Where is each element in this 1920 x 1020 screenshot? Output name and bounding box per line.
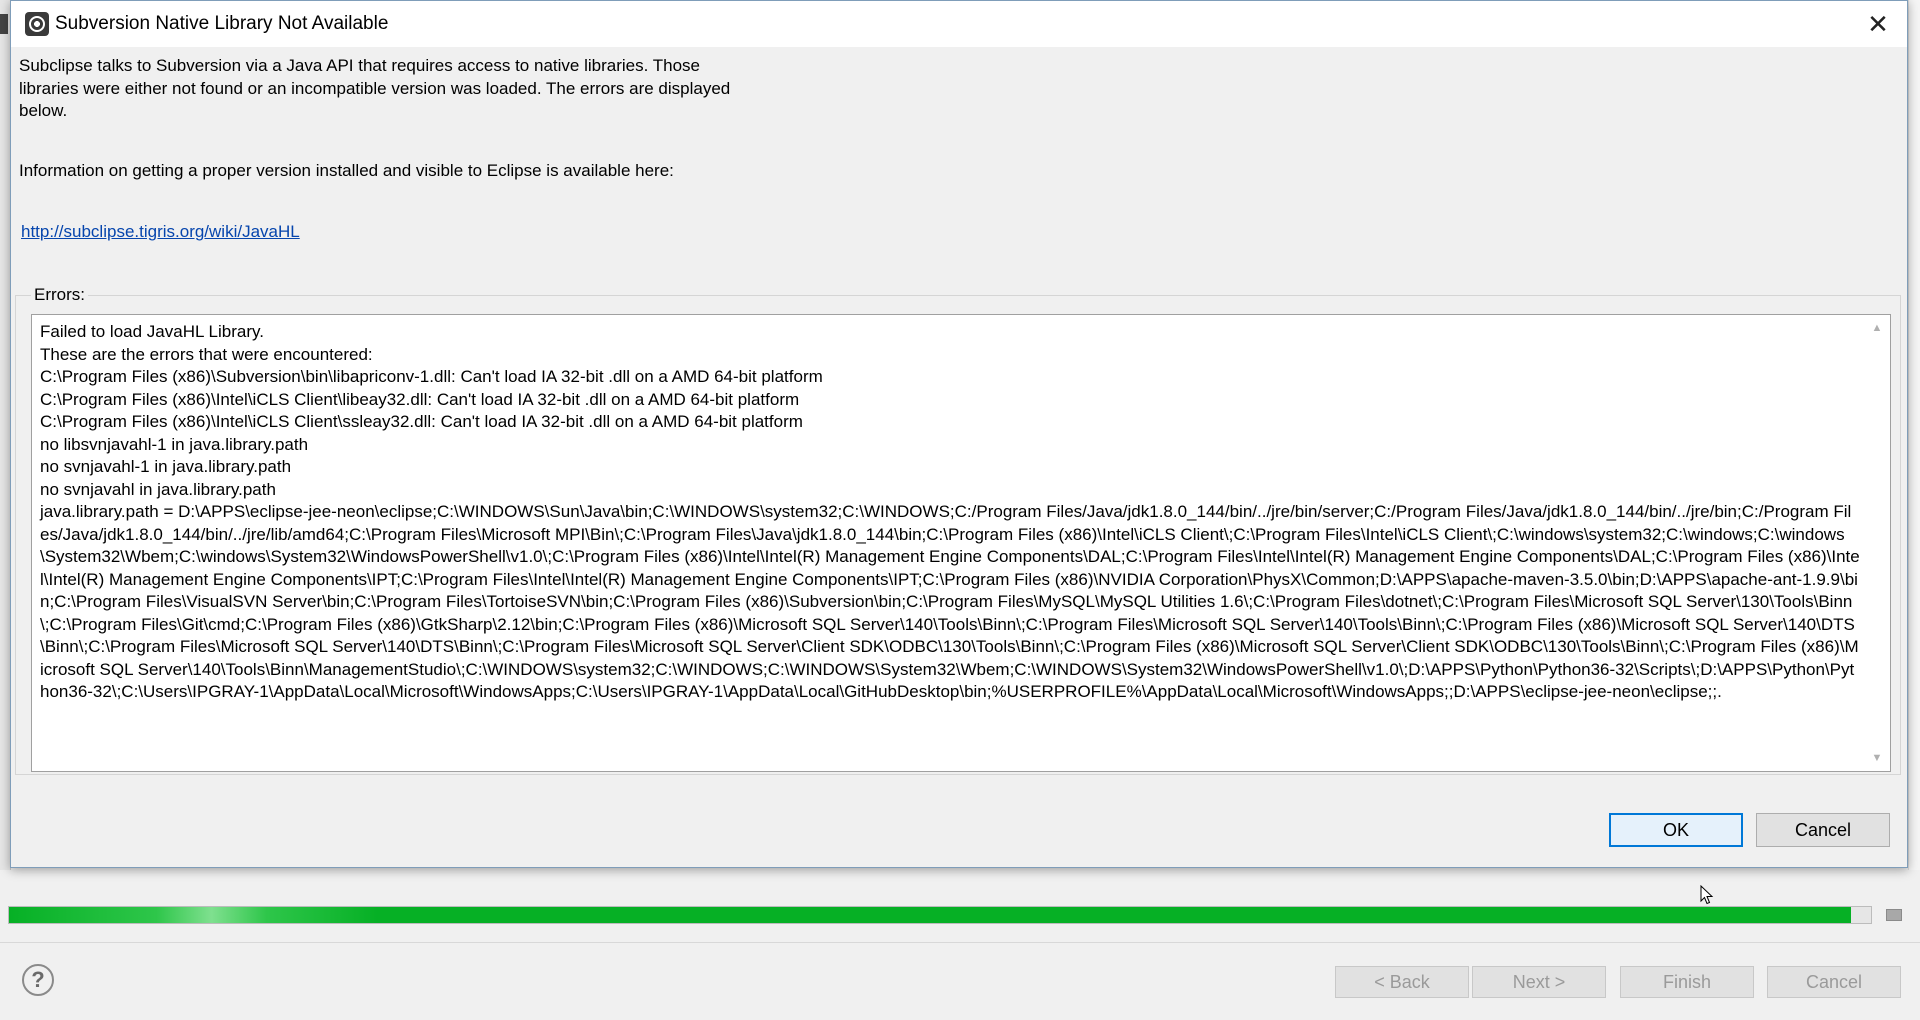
progress-area xyxy=(0,890,1920,940)
dialog-title: Subversion Native Library Not Available xyxy=(55,13,389,34)
scroll-down-icon[interactable]: ▼ xyxy=(1870,751,1884,765)
eclipse-icon xyxy=(25,12,49,36)
scroll-up-icon[interactable]: ▲ xyxy=(1870,321,1884,335)
javahl-link[interactable]: http://subclipse.tigris.org/wiki/JavaHL xyxy=(21,222,300,242)
progress-bar xyxy=(8,906,1872,924)
wizard-window-icon xyxy=(0,14,8,34)
info-text: Information on getting a proper version … xyxy=(19,161,674,180)
wizard-right-edge xyxy=(1908,0,1920,870)
next-button[interactable]: Next > xyxy=(1472,966,1606,998)
dialog-titlebar[interactable]: Subversion Native Library Not Available … xyxy=(11,1,1907,47)
screen: ? < Back Next > Finish Cancel Subversion… xyxy=(0,0,1920,1020)
dialog-message: Subclipse talks to Subversion via a Java… xyxy=(19,56,731,120)
close-icon[interactable]: ✕ xyxy=(1863,9,1893,39)
stop-icon[interactable] xyxy=(1884,906,1904,924)
help-icon[interactable]: ? xyxy=(22,964,54,996)
finish-button[interactable]: Finish xyxy=(1620,966,1754,998)
wizard-divider xyxy=(0,942,1920,943)
back-button[interactable]: < Back xyxy=(1335,966,1469,998)
progress-bar-fill xyxy=(9,907,1851,923)
wizard-cancel-button[interactable]: Cancel xyxy=(1767,966,1901,998)
errors-label: Errors: xyxy=(31,285,88,305)
mouse-pointer-icon xyxy=(1700,885,1714,905)
errors-text: Failed to load JavaHL Library. These are… xyxy=(40,322,1860,701)
ok-button[interactable]: OK xyxy=(1609,813,1743,847)
errors-textarea[interactable]: Failed to load JavaHL Library. These are… xyxy=(31,314,1891,772)
cancel-button[interactable]: Cancel xyxy=(1756,813,1890,847)
native-library-dialog: Subversion Native Library Not Available … xyxy=(10,0,1908,868)
